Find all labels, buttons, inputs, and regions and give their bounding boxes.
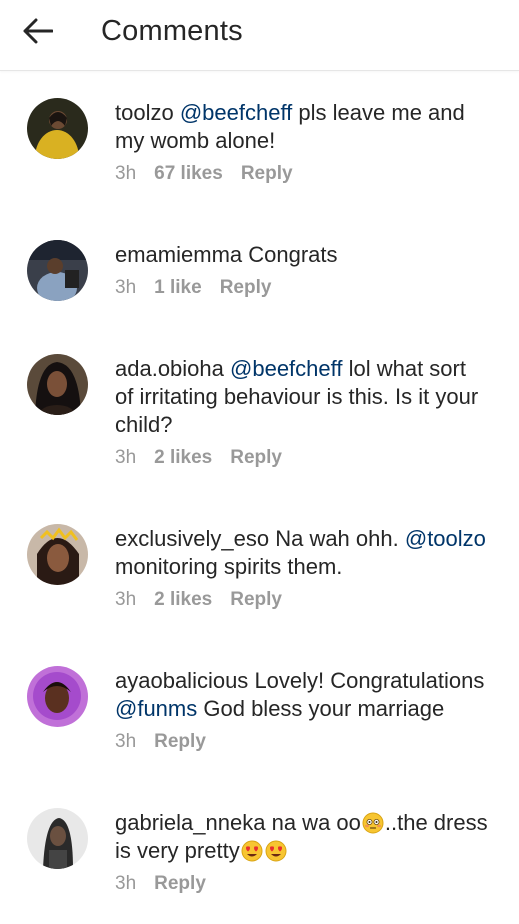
comment-username[interactable]: emamiemma (115, 242, 242, 267)
comment-text: na wa oo (271, 810, 361, 835)
avatar[interactable] (27, 240, 88, 301)
comment-time: 3h (115, 731, 137, 752)
reply-button[interactable]: Reply (230, 447, 282, 469)
comment-text: of irritating behaviour is this. Is it y… (115, 384, 479, 409)
avatar[interactable] (27, 354, 88, 415)
comment-text: Congrats (248, 242, 338, 267)
comment-username[interactable]: ada.obioha (115, 356, 224, 381)
likes-count[interactable]: 2 likes (154, 589, 212, 611)
avatar[interactable] (27, 98, 88, 159)
heart-eyes-emoji (241, 840, 263, 862)
reply-button[interactable]: Reply (230, 589, 282, 611)
comment-username[interactable]: toolzo (115, 100, 174, 125)
flushed-face-emoji (362, 812, 384, 834)
comment-time: 3h (115, 277, 137, 298)
comment-time: 3h (115, 873, 137, 894)
comment-text: monitoring spirits them. (115, 554, 343, 579)
comment-time: 3h (115, 163, 137, 184)
heart-eyes-emoji (265, 840, 287, 862)
comment-username[interactable]: ayaobalicious (115, 668, 248, 693)
avatar[interactable] (27, 524, 88, 585)
avatar[interactable] (27, 666, 88, 727)
likes-count[interactable]: 67 likes (154, 163, 223, 185)
comment-text: lol what sort (348, 356, 466, 381)
reply-button[interactable]: Reply (220, 277, 272, 299)
reply-button[interactable]: Reply (241, 163, 293, 185)
avatar[interactable] (27, 808, 88, 869)
reply-button[interactable]: Reply (154, 873, 206, 895)
comment-username[interactable]: gabriela_nneka (115, 810, 265, 835)
likes-count[interactable]: 1 like (154, 277, 202, 299)
mention-link[interactable]: @beefcheff (230, 356, 342, 381)
comment-text: Na wah ohh. (275, 526, 399, 551)
back-button[interactable] (14, 11, 62, 51)
reply-button[interactable]: Reply (154, 731, 206, 753)
arrow-left-icon (23, 18, 53, 44)
page-title: Comments (101, 14, 243, 47)
comment-text: my womb alone! (115, 128, 276, 153)
mention-link[interactable]: @beefcheff (180, 100, 292, 125)
comment-time: 3h (115, 447, 137, 468)
comment-text: is very pretty (115, 838, 240, 863)
mention-link[interactable]: @funms (115, 696, 197, 721)
comment-text: God bless your marriage (203, 696, 445, 721)
comment-time: 3h (115, 589, 137, 610)
likes-count[interactable]: 2 likes (154, 447, 212, 469)
mention-link[interactable]: @toolzo (405, 526, 486, 551)
comment-text: child? (115, 412, 173, 437)
comment-text: ..the dress (384, 810, 488, 835)
comment-text: Lovely! Congratulations (254, 668, 485, 693)
top-bar: Comments (0, 0, 519, 71)
comment-text: pls leave me and (298, 100, 465, 125)
comment-username[interactable]: exclusively_eso (115, 526, 269, 551)
